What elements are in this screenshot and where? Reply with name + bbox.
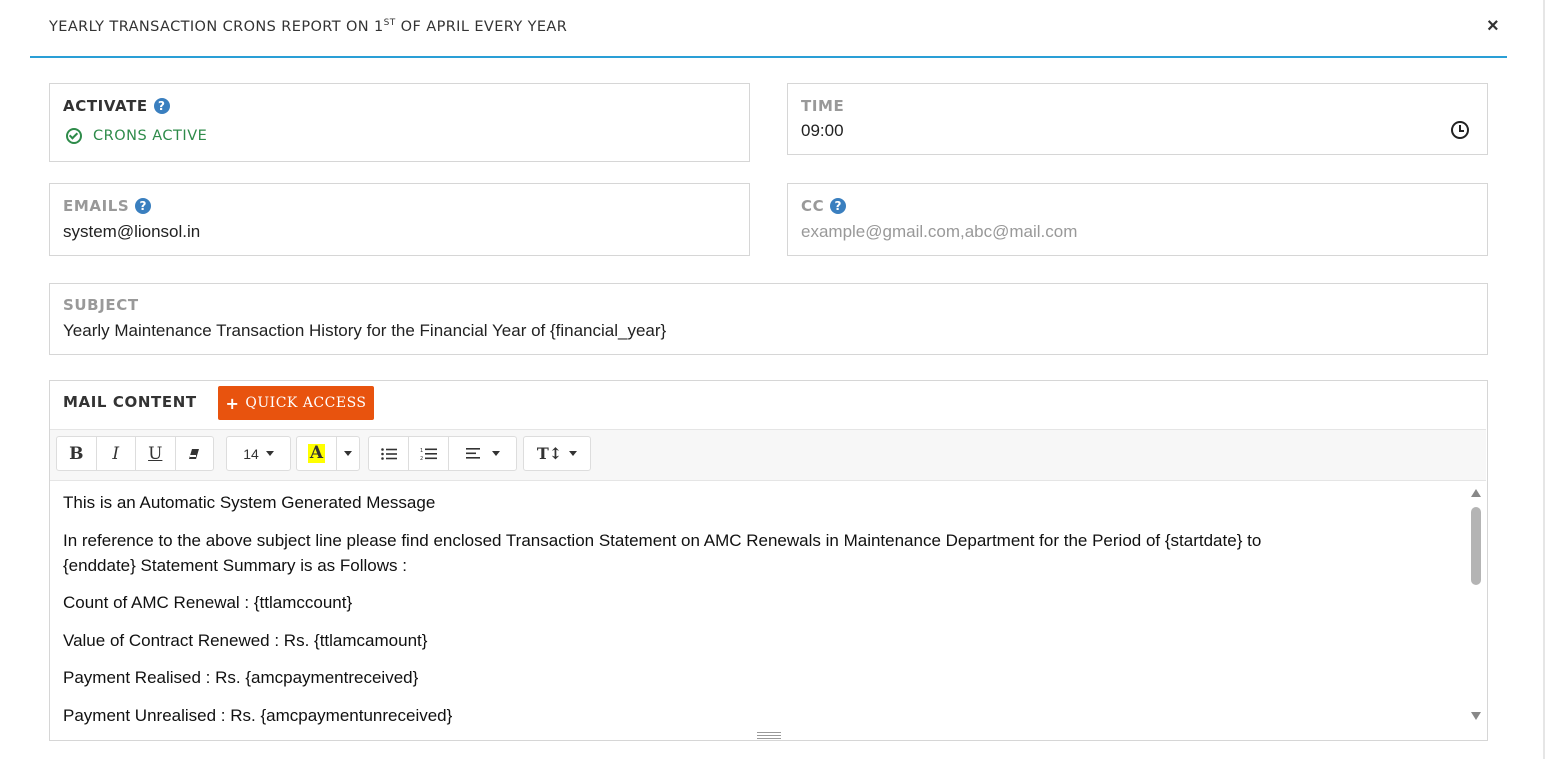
crons-active-status: CRONS ACTIVE	[93, 128, 208, 144]
emails-field[interactable]: EMAILS? system@lionsol.in	[49, 183, 750, 256]
emails-label-row: EMAILS?	[63, 197, 152, 215]
check-circle-icon	[66, 128, 82, 144]
activate-label: ACTIVATE	[63, 97, 148, 115]
time-field[interactable]: TIME 09:00	[787, 83, 1488, 155]
scroll-down-arrow-icon[interactable]	[1471, 712, 1481, 720]
align-dropdown[interactable]	[449, 437, 516, 470]
mail-paragraph: This is an Automatic System Generated Me…	[63, 493, 436, 512]
cc-label: CC	[801, 197, 825, 215]
close-icon[interactable]: ×	[1487, 15, 1499, 38]
help-icon[interactable]: ?	[153, 98, 170, 114]
mail-content-panel: MAIL CONTENT + QUICK ACCESS B I U 14 A 1…	[49, 380, 1488, 741]
color-group: A	[296, 436, 360, 471]
activate-panel[interactable]: ACTIVATE? CRONS ACTIVE	[49, 83, 750, 162]
chevron-down-icon	[344, 451, 352, 456]
modal-title-main: YEARLY TRANSACTION CRONS REPORT ON 1	[49, 19, 384, 35]
align-left-icon	[465, 448, 480, 459]
mail-paragraph: Value of Contract Renewed : Rs. {ttlamca…	[63, 631, 428, 650]
italic-button[interactable]: I	[97, 437, 136, 470]
quick-access-button[interactable]: + QUICK ACCESS	[218, 386, 374, 420]
time-label: TIME	[801, 97, 845, 115]
font-style-group: B I U	[56, 436, 214, 471]
chevron-down-icon	[569, 451, 578, 456]
mail-content-label: MAIL CONTENT	[63, 393, 197, 411]
text-size-group: T↕	[523, 436, 591, 471]
modal-title: YEARLY TRANSACTION CRONS REPORT ON 1ST O…	[49, 18, 568, 35]
numbered-list-icon: 12	[420, 448, 437, 461]
subject-field[interactable]: SUBJECT Yearly Maintenance Transaction H…	[49, 283, 1488, 355]
font-size-dropdown[interactable]: 14	[227, 437, 290, 470]
eraser-icon	[189, 448, 200, 459]
crons-active-toggle[interactable]: CRONS ACTIVE	[66, 128, 207, 144]
chevron-down-icon	[491, 451, 500, 456]
modal-title-sup: ST	[383, 18, 396, 28]
cron-settings-modal: YEARLY TRANSACTION CRONS REPORT ON 1ST O…	[0, 0, 1546, 759]
editor-toolbar: B I U 14 A 12 T↕	[50, 429, 1486, 481]
svg-text:2: 2	[420, 456, 423, 461]
paragraph-group: 12	[368, 436, 517, 471]
cc-label-row: CC?	[801, 197, 847, 215]
plus-icon: +	[225, 393, 240, 413]
cc-field[interactable]: CC? example@gmail.com,abc@mail.com	[787, 183, 1488, 256]
mail-paragraph: Payment Unrealised : Rs. {amcpaymentunre…	[63, 706, 453, 725]
modal-title-rest: OF APRIL EVERY YEAR	[395, 19, 568, 35]
color-dropdown[interactable]	[337, 437, 359, 470]
help-icon[interactable]: ?	[830, 198, 847, 214]
mail-paragraph: Payment Realised : Rs. {amcpaymentreceiv…	[63, 668, 419, 687]
mail-paragraph: In reference to the above subject line p…	[63, 531, 1262, 575]
scrollbar-thumb[interactable]	[1471, 507, 1481, 585]
cc-input[interactable]: example@gmail.com,abc@mail.com	[801, 222, 1077, 242]
emails-input[interactable]: system@lionsol.in	[63, 222, 200, 242]
clock-icon[interactable]	[1451, 121, 1469, 139]
quick-access-label: QUICK ACCESS	[245, 395, 367, 411]
bold-button[interactable]: B	[57, 437, 97, 470]
help-icon[interactable]: ?	[135, 198, 152, 214]
emails-label: EMAILS	[63, 197, 130, 215]
subject-input[interactable]: Yearly Maintenance Transaction History f…	[63, 321, 666, 341]
mail-paragraph: Count of AMC Renewal : {ttlamccount}	[63, 593, 353, 612]
modal-header: YEARLY TRANSACTION CRONS REPORT ON 1ST O…	[30, 0, 1507, 58]
numbered-list-button[interactable]: 12	[409, 437, 449, 470]
mail-body-editor[interactable]: This is an Automatic System Generated Me…	[50, 480, 1486, 730]
font-size-value: 14	[243, 445, 259, 462]
highlight-color-icon: A	[307, 443, 326, 463]
resize-handle-icon[interactable]	[757, 732, 781, 739]
time-input[interactable]: 09:00	[801, 121, 844, 141]
text-size-dropdown[interactable]: T↕	[524, 437, 590, 470]
font-size-group: 14	[226, 436, 291, 471]
modal-scroll-edge	[1543, 0, 1545, 759]
activate-label-row: ACTIVATE?	[63, 97, 170, 115]
bullet-list-button[interactable]	[369, 437, 409, 470]
text-height-icon: T↕	[536, 444, 563, 463]
chevron-down-icon	[265, 451, 274, 456]
clear-format-button[interactable]	[176, 437, 214, 470]
svg-text:1: 1	[420, 448, 423, 454]
underline-button[interactable]: U	[136, 437, 176, 470]
subject-label: SUBJECT	[63, 296, 139, 314]
text-color-button[interactable]: A	[297, 437, 337, 470]
bullet-list-icon	[380, 447, 397, 460]
scroll-up-arrow-icon[interactable]	[1471, 489, 1481, 497]
